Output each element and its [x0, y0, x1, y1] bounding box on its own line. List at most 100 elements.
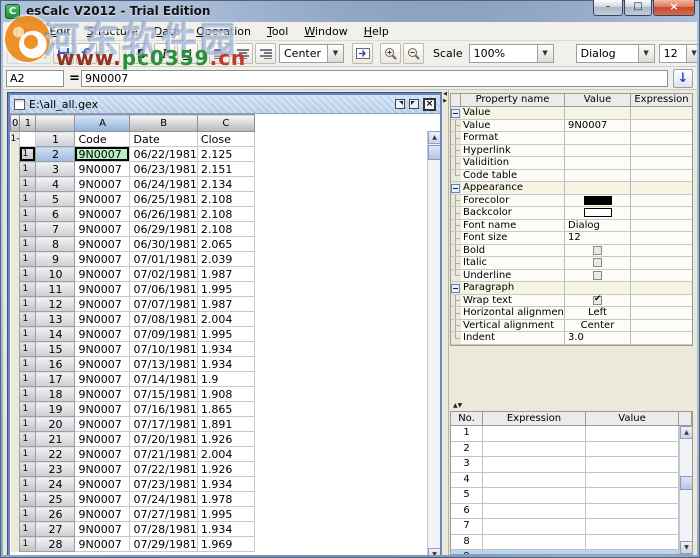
undo-button[interactable]: ↶ [76, 43, 97, 64]
scroll-down-icon[interactable]: ▼ [680, 541, 693, 554]
cell-b15[interactable]: 07/10/1981 [130, 342, 197, 357]
level-cell[interactable]: 1 [20, 432, 36, 447]
expand-collapse-icon[interactable] [451, 282, 461, 295]
level-cell[interactable]: 1 [20, 222, 36, 237]
menu-edit[interactable]: Edit [41, 23, 78, 40]
row-number[interactable]: 8 [36, 237, 75, 252]
level-cell[interactable]: 1 [20, 477, 36, 492]
property-expression[interactable] [631, 320, 692, 333]
cell-c7[interactable]: 2.108 [197, 222, 254, 237]
level-cell[interactable]: 1 [20, 207, 36, 222]
property-name[interactable]: Font name [461, 220, 565, 233]
property-expression[interactable] [631, 245, 692, 258]
row-number[interactable]: 6 [36, 207, 75, 222]
cell-b18[interactable]: 07/15/1981 [130, 387, 197, 402]
scrollbar-thumb[interactable] [428, 145, 440, 160]
row-number[interactable]: 24 [36, 477, 75, 492]
property-expression[interactable] [631, 182, 692, 195]
property-name[interactable]: Value [461, 107, 565, 120]
cell-b22[interactable]: 07/21/1981 [130, 447, 197, 462]
property-name[interactable]: Vertical alignment [461, 320, 565, 333]
cell-b16[interactable]: 07/13/1981 [130, 357, 197, 372]
cell-c13[interactable]: 2.004 [197, 312, 254, 327]
cell-c3[interactable]: 2.151 [197, 162, 254, 177]
property-value[interactable] [565, 257, 631, 270]
watch-value[interactable] [586, 473, 679, 489]
watch-value[interactable] [586, 457, 679, 473]
cell-a16[interactable]: 9N0007 [75, 357, 130, 372]
sheet-window-titlebar[interactable]: E:\all_all.gex × [10, 95, 440, 114]
level-cell[interactable]: 1 [20, 147, 36, 162]
property-value[interactable] [565, 157, 631, 170]
watch-value[interactable] [586, 442, 679, 458]
cell-a17[interactable]: 9N0007 [75, 372, 130, 387]
checkbox[interactable] [593, 271, 602, 280]
property-value[interactable]: Left [565, 307, 631, 320]
row-number[interactable]: 11 [36, 282, 75, 297]
level-cell[interactable]: 1 [20, 492, 36, 507]
watch-expression[interactable] [483, 504, 586, 520]
cell-b24[interactable]: 07/23/1981 [130, 477, 197, 492]
property-name[interactable]: Hyperlink [461, 145, 565, 158]
minimize-button[interactable]: – [593, 0, 623, 16]
level-cell[interactable]: 1 [20, 357, 36, 372]
level-cell[interactable]: 1 [20, 267, 36, 282]
row-number[interactable]: 5 [36, 192, 75, 207]
cell-c10[interactable]: 1.987 [197, 267, 254, 282]
property-name[interactable]: Code table [461, 170, 565, 183]
property-expression[interactable] [631, 132, 692, 145]
chevron-down-icon[interactable]: ▼ [638, 44, 655, 63]
cell-a26[interactable]: 9N0007 [75, 507, 130, 522]
cell-a6[interactable]: 9N0007 [75, 207, 130, 222]
watch-no[interactable]: 5 [451, 488, 483, 504]
property-value[interactable]: 3.0 [565, 332, 631, 345]
property-expression[interactable] [631, 295, 692, 308]
watch-expression[interactable] [483, 535, 586, 551]
checkbox[interactable] [593, 258, 602, 267]
cell-a12[interactable]: 9N0007 [75, 297, 130, 312]
cell-b1[interactable]: Date [130, 132, 197, 147]
menu-window[interactable]: Window [296, 23, 355, 40]
level-cell[interactable]: 1 [20, 162, 36, 177]
watch-no[interactable]: 6 [451, 504, 483, 520]
property-name[interactable]: Validition [461, 157, 565, 170]
cell-b13[interactable]: 07/08/1981 [130, 312, 197, 327]
cell-c12[interactable]: 1.987 [197, 297, 254, 312]
property-expression[interactable] [631, 307, 692, 320]
cell-a18[interactable]: 9N0007 [75, 387, 130, 402]
scrollbar-thumb[interactable] [680, 476, 693, 490]
property-name[interactable]: Forecolor [461, 195, 565, 208]
watch-value[interactable] [586, 519, 679, 535]
cell-b2[interactable]: 06/22/1981 [130, 147, 197, 162]
cell-a20[interactable]: 9N0007 [75, 417, 130, 432]
column-header-a[interactable]: A [75, 115, 130, 132]
property-expression[interactable] [631, 232, 692, 245]
cell-a15[interactable]: 9N0007 [75, 342, 130, 357]
watch-no[interactable]: 8 [451, 535, 483, 551]
cell-b12[interactable]: 07/07/1981 [130, 297, 197, 312]
property-value[interactable] [565, 195, 631, 208]
cell-a10[interactable]: 9N0007 [75, 267, 130, 282]
cell-b19[interactable]: 07/16/1981 [130, 402, 197, 417]
sheet-vertical-scrollbar[interactable]: ▲ ▼ [427, 131, 440, 555]
property-expression[interactable] [631, 282, 692, 295]
zoom-out-button[interactable] [403, 43, 424, 64]
cell-b3[interactable]: 06/23/1981 [130, 162, 197, 177]
watch-vertical-scrollbar[interactable]: ▲ ▼ [679, 426, 692, 554]
cell-reference-input[interactable] [6, 70, 64, 87]
watch-no[interactable]: 2 [451, 442, 483, 458]
cell-a21[interactable]: 9N0007 [75, 432, 130, 447]
property-value[interactable] [565, 270, 631, 283]
align-center-button[interactable] [232, 43, 253, 64]
property-value[interactable] [565, 245, 631, 258]
cell-a1[interactable]: Code [75, 132, 130, 147]
level-cell[interactable] [20, 132, 36, 147]
cell-c28[interactable]: 1.969 [197, 537, 254, 552]
property-name[interactable]: Value [461, 120, 565, 133]
scroll-up-icon[interactable]: ▲ [428, 131, 440, 144]
row-number[interactable]: 19 [36, 402, 75, 417]
watch-value[interactable] [586, 488, 679, 504]
property-expression[interactable] [631, 220, 692, 233]
cell-c1[interactable]: Close [197, 132, 254, 147]
watch-expression[interactable] [483, 457, 586, 473]
